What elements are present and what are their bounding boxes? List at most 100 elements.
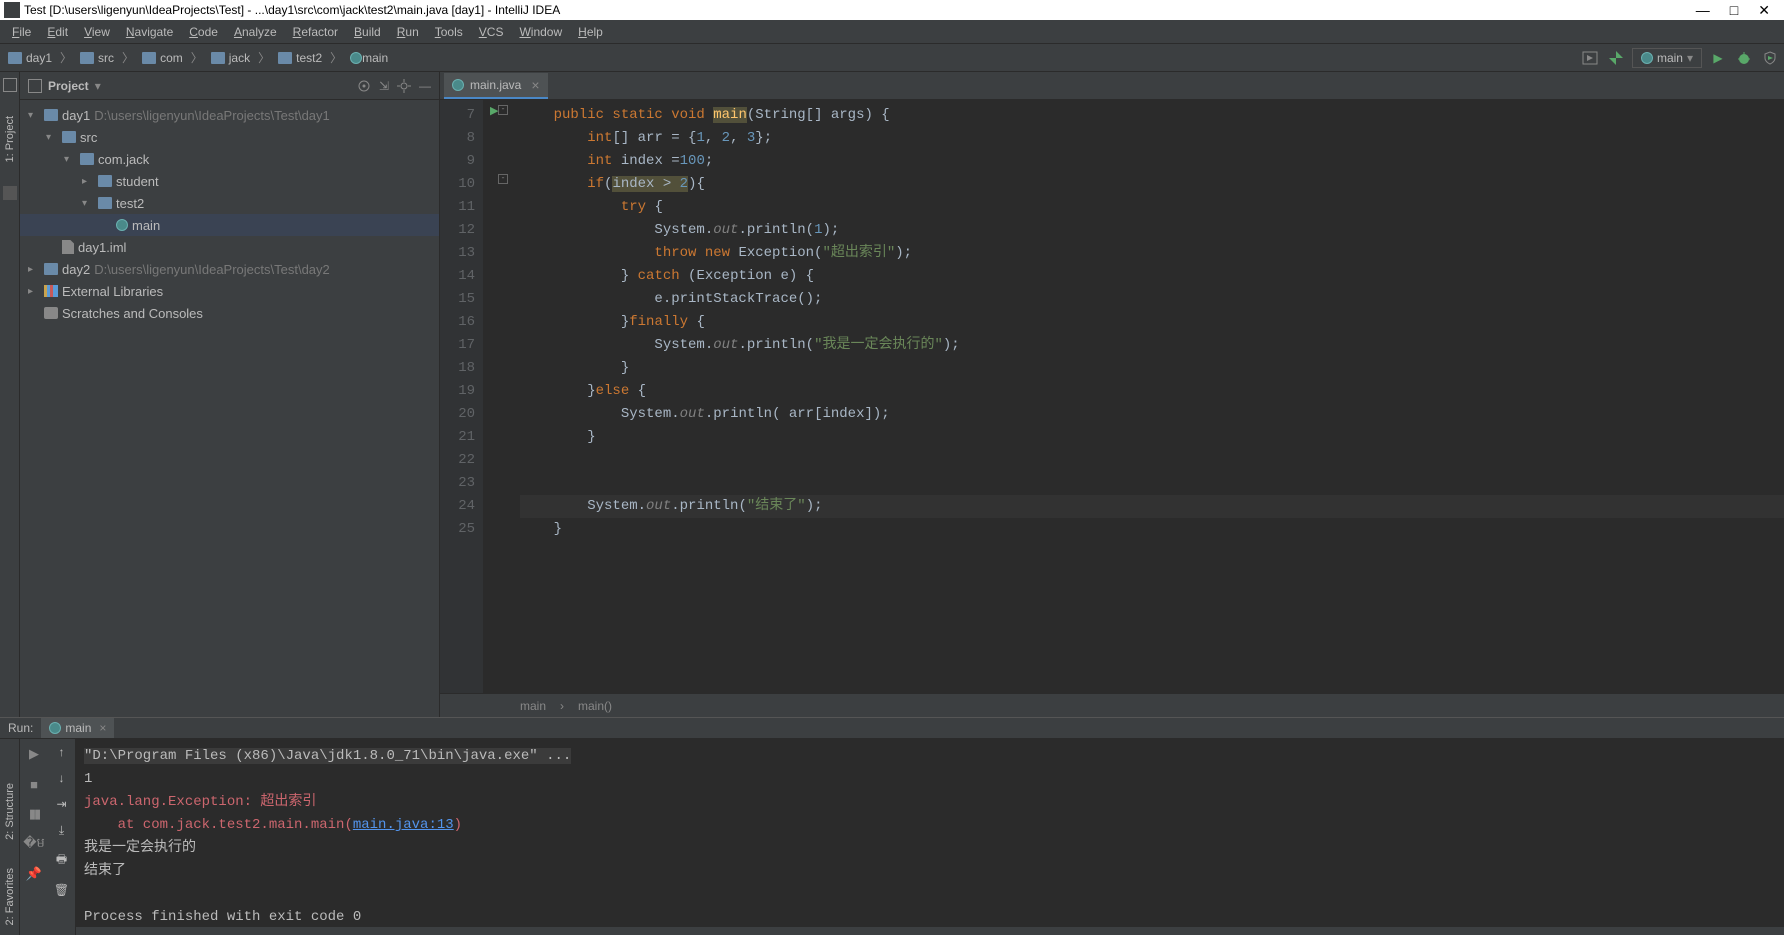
line-number-gutter[interactable]: 78910111213141516171819202122232425 bbox=[440, 100, 484, 693]
fold-gutter[interactable]: ▶ - - bbox=[484, 100, 512, 693]
line-number[interactable]: 23 bbox=[440, 472, 475, 495]
favorites-tool-tab[interactable]: 2: Favorites bbox=[4, 864, 16, 929]
settings-icon[interactable] bbox=[397, 79, 411, 93]
pause-button[interactable]: ▮▮ bbox=[25, 805, 43, 823]
code-line[interactable]: public static void main(String[] args) { bbox=[520, 104, 1784, 127]
tree-item-day2[interactable]: ▸day2D:\users\ligenyun\IdeaProjects\Test… bbox=[20, 258, 439, 280]
tree-arrow-icon[interactable]: ▾ bbox=[64, 154, 76, 165]
code-line[interactable]: } bbox=[520, 357, 1784, 380]
editor-tab-main-java[interactable]: main.java × bbox=[444, 73, 548, 99]
line-number[interactable]: 16 bbox=[440, 311, 475, 334]
project-tool-icon[interactable] bbox=[3, 78, 17, 92]
line-number[interactable]: 21 bbox=[440, 426, 475, 449]
minimize-button[interactable]: — bbox=[1686, 2, 1720, 18]
line-number[interactable]: 22 bbox=[440, 449, 475, 472]
code-line[interactable] bbox=[520, 449, 1784, 472]
breadcrumb-jack[interactable]: jack bbox=[207, 49, 254, 67]
structure-tool-tab[interactable]: 2: Structure bbox=[4, 779, 16, 844]
code-line[interactable]: throw new Exception("超出索引"); bbox=[520, 242, 1784, 265]
menu-code[interactable]: Code bbox=[181, 21, 226, 43]
breadcrumb-com[interactable]: com bbox=[138, 49, 187, 67]
line-number[interactable]: 19 bbox=[440, 380, 475, 403]
tree-arrow-icon[interactable]: ▾ bbox=[82, 198, 94, 209]
code-line[interactable]: }else { bbox=[520, 380, 1784, 403]
menu-help[interactable]: Help bbox=[570, 21, 611, 43]
code-area[interactable]: public static void main(String[] args) {… bbox=[512, 100, 1784, 693]
maximize-button[interactable]: □ bbox=[1720, 2, 1748, 18]
tree-arrow-icon[interactable]: ▾ bbox=[46, 132, 58, 143]
debug-button[interactable] bbox=[1734, 48, 1754, 68]
menu-refactor[interactable]: Refactor bbox=[285, 21, 346, 43]
console-output[interactable]: "D:\Program Files (x86)\Java\jdk1.8.0_71… bbox=[76, 739, 1784, 935]
clear-all-button[interactable]: 🗑 bbox=[54, 883, 69, 897]
tree-item-scratches-and-consoles[interactable]: Scratches and Consoles bbox=[20, 302, 439, 324]
pin-button[interactable]: 📌 bbox=[25, 865, 43, 883]
breadcrumb-item[interactable]: main bbox=[520, 699, 546, 713]
code-line[interactable]: }finally { bbox=[520, 311, 1784, 334]
breadcrumb-main[interactable]: main bbox=[346, 49, 392, 67]
close-tab-icon[interactable]: × bbox=[531, 77, 539, 93]
tree-item-com-jack[interactable]: ▾com.jack bbox=[20, 148, 439, 170]
close-tab-icon[interactable]: × bbox=[99, 721, 106, 735]
code-line[interactable]: } catch (Exception e) { bbox=[520, 265, 1784, 288]
fold-toggle-icon[interactable]: - bbox=[498, 174, 508, 184]
editor-body[interactable]: 78910111213141516171819202122232425 ▶ - … bbox=[440, 100, 1784, 693]
project-tree[interactable]: ▾day1D:\users\ligenyun\IdeaProjects\Test… bbox=[20, 100, 439, 717]
menu-navigate[interactable]: Navigate bbox=[118, 21, 181, 43]
line-number[interactable]: 8 bbox=[440, 127, 475, 150]
line-number[interactable]: 7 bbox=[440, 104, 475, 127]
code-line[interactable]: } bbox=[520, 518, 1784, 541]
locate-icon[interactable] bbox=[357, 79, 371, 93]
scroll-to-end-button[interactable]: ⤓ bbox=[59, 823, 64, 838]
rerun-button[interactable]: ▶ bbox=[25, 745, 43, 763]
line-number[interactable]: 15 bbox=[440, 288, 475, 311]
project-view-dropdown-icon[interactable]: ▾ bbox=[95, 79, 101, 93]
menu-build[interactable]: Build bbox=[346, 21, 389, 43]
line-number[interactable]: 24 bbox=[440, 495, 475, 518]
select-run-target-icon[interactable] bbox=[1580, 48, 1600, 68]
tree-arrow-icon[interactable]: ▾ bbox=[28, 110, 40, 121]
menu-window[interactable]: Window bbox=[511, 21, 570, 43]
code-line[interactable]: if(index > 2){ bbox=[520, 173, 1784, 196]
run-button[interactable]: ▶ bbox=[1708, 48, 1728, 68]
line-number[interactable]: 10 bbox=[440, 173, 475, 196]
line-number[interactable]: 12 bbox=[440, 219, 475, 242]
breadcrumb-src[interactable]: src bbox=[76, 49, 118, 67]
hide-panel-icon[interactable]: — bbox=[419, 79, 431, 93]
code-line[interactable]: int index =100; bbox=[520, 150, 1784, 173]
code-line[interactable]: int[] arr = {1, 2, 3}; bbox=[520, 127, 1784, 150]
menu-analyze[interactable]: Analyze bbox=[226, 21, 285, 43]
tree-arrow-icon[interactable]: ▸ bbox=[82, 176, 94, 187]
line-number[interactable]: 17 bbox=[440, 334, 475, 357]
line-number[interactable]: 20 bbox=[440, 403, 475, 426]
exit-button[interactable]: �ម bbox=[25, 835, 43, 853]
expand-all-icon[interactable]: ⇲ bbox=[379, 79, 389, 93]
menu-edit[interactable]: Edit bbox=[39, 21, 76, 43]
code-line[interactable]: } bbox=[520, 426, 1784, 449]
tree-arrow-icon[interactable]: ▸ bbox=[28, 286, 40, 297]
run-configuration-selector[interactable]: main ▾ bbox=[1632, 48, 1702, 68]
tree-item-external-libraries[interactable]: ▸External Libraries bbox=[20, 280, 439, 302]
code-line[interactable]: e.printStackTrace(); bbox=[520, 288, 1784, 311]
line-number[interactable]: 14 bbox=[440, 265, 475, 288]
code-line[interactable]: System.out.println( arr[index]); bbox=[520, 403, 1784, 426]
project-view-title[interactable]: Project bbox=[48, 79, 89, 93]
line-number[interactable]: 18 bbox=[440, 357, 475, 380]
line-number[interactable]: 13 bbox=[440, 242, 475, 265]
breadcrumb-item[interactable]: main() bbox=[578, 699, 612, 713]
down-stack-button[interactable]: ↓ bbox=[59, 771, 65, 785]
line-number[interactable]: 25 bbox=[440, 518, 475, 541]
menu-view[interactable]: View bbox=[76, 21, 118, 43]
tree-item-student[interactable]: ▸student bbox=[20, 170, 439, 192]
tree-item-main[interactable]: main bbox=[20, 214, 439, 236]
code-line[interactable]: System.out.println("结束了"); bbox=[520, 495, 1784, 518]
soft-wrap-button[interactable]: ⇥ bbox=[56, 797, 66, 811]
tree-item-day1[interactable]: ▾day1D:\users\ligenyun\IdeaProjects\Test… bbox=[20, 104, 439, 126]
code-line[interactable]: System.out.println(1); bbox=[520, 219, 1784, 242]
up-stack-button[interactable]: ↑ bbox=[59, 745, 65, 759]
tree-arrow-icon[interactable]: ▸ bbox=[28, 264, 40, 275]
menu-file[interactable]: File bbox=[4, 21, 39, 43]
code-line[interactable] bbox=[520, 472, 1784, 495]
tree-item-day1-iml[interactable]: day1.iml bbox=[20, 236, 439, 258]
code-line[interactable]: try { bbox=[520, 196, 1784, 219]
